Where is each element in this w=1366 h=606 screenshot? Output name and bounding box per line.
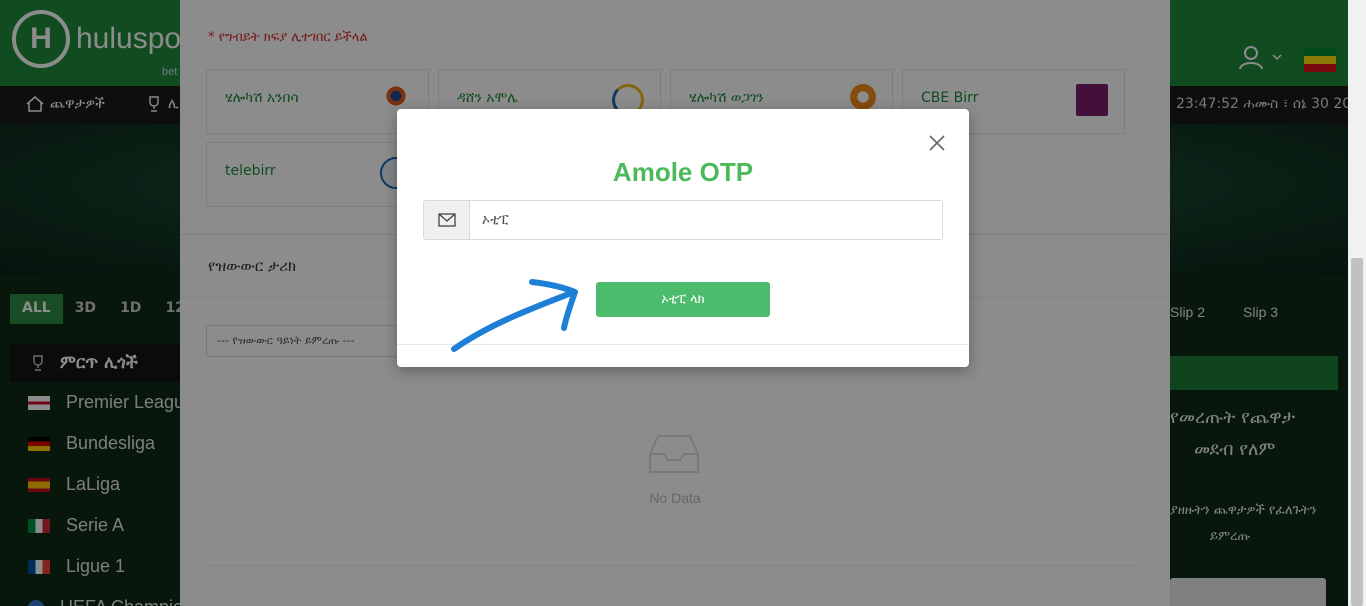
otp-input-group bbox=[423, 200, 943, 240]
close-icon[interactable] bbox=[927, 133, 947, 153]
scrollbar-thumb[interactable] bbox=[1351, 258, 1363, 606]
otp-input[interactable] bbox=[470, 201, 942, 239]
mail-icon bbox=[437, 213, 456, 227]
modal-title: Amole OTP bbox=[612, 157, 754, 187]
annotation-arrow-icon bbox=[451, 279, 578, 352]
send-otp-button[interactable]: ኦቲፒ ላክ bbox=[596, 282, 770, 317]
otp-addon bbox=[424, 201, 470, 239]
